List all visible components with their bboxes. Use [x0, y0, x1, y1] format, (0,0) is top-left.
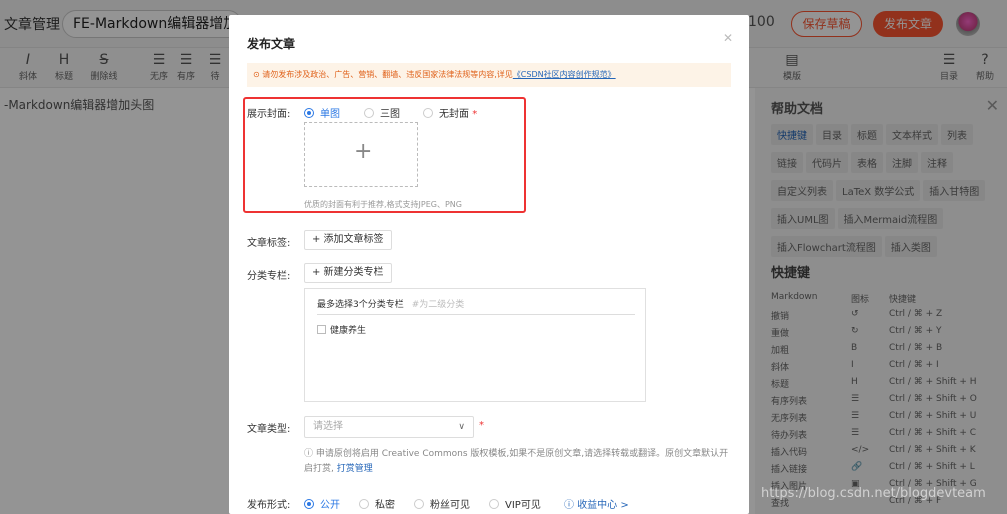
radio-icon [304, 499, 314, 509]
radio-icon [489, 499, 499, 509]
required-mark: * [479, 420, 484, 431]
category-search[interactable]: 最多选择3个分类专栏 #为二级分类 [317, 297, 635, 315]
income-center-link[interactable]: ⓘ 收益中心 > [564, 496, 629, 511]
modal-title: 发布文章 [247, 37, 296, 51]
plus-icon: + [354, 139, 373, 164]
article-type-select[interactable]: 请选择 ∨ [304, 416, 474, 438]
chevron-down-icon: ∨ [458, 422, 465, 432]
cover-single-radio[interactable]: 单图 [304, 105, 340, 120]
close-icon[interactable]: ✕ [723, 31, 733, 45]
category-checkbox[interactable]: 健康养生 [317, 323, 366, 336]
type-label: 文章类型: [247, 424, 291, 435]
publish-modal: 发布文章 ✕ ⊙ 请勿发布涉及政治、广告、营销、翻墙、违反国家法律法规等内容,详… [229, 15, 749, 514]
cover-label: 展示封面: [247, 109, 291, 120]
publish-vip-radio[interactable]: VIP可见 [489, 496, 541, 511]
publish-public-radio[interactable]: 公开 [304, 496, 340, 511]
new-category-button[interactable]: + 新建分类专栏 [304, 263, 392, 283]
cover-three-radio[interactable]: 三图 [364, 105, 400, 120]
required-mark: * [472, 109, 478, 120]
cover-none-radio[interactable]: 无封面 * [423, 105, 477, 120]
radio-icon [364, 108, 374, 118]
category-box: 最多选择3个分类专栏 #为二级分类 健康养生 [304, 288, 646, 402]
type-note: ⓘ 申请原创将启用 Creative Commons 版权模板,如果不是原创文章… [304, 449, 729, 474]
publish-private-radio[interactable]: 私密 [359, 496, 395, 511]
content-rules-link[interactable]: 《CSDN社区内容创作规范》 [513, 70, 616, 79]
publish-fans-radio[interactable]: 粉丝可见 [414, 496, 470, 511]
cover-upload[interactable]: + [304, 122, 418, 187]
add-tag-button[interactable]: + 添加文章标签 [304, 230, 392, 250]
cover-hint: 优质的封面有利于推荐,格式支持JPEG、PNG [304, 200, 462, 209]
category-label: 分类专栏: [247, 271, 291, 282]
radio-icon [414, 499, 424, 509]
radio-icon [304, 108, 314, 118]
warning-banner: ⊙ 请勿发布涉及政治、广告、营销、翻墙、违反国家法律法规等内容,详见《CSDN社… [247, 63, 731, 87]
watermark: https://blog.csdn.net/blogdevteam [761, 486, 986, 501]
checkbox-icon [317, 325, 326, 334]
publish-form-label: 发布形式: [247, 500, 291, 511]
warning-icon: ⊙ [253, 70, 263, 79]
tag-label: 文章标签: [247, 238, 291, 249]
info-icon: ⓘ [564, 500, 578, 511]
radio-icon [423, 108, 433, 118]
info-icon: ⓘ [304, 449, 316, 459]
radio-icon [359, 499, 369, 509]
reward-manage-link[interactable]: 打赏管理 [337, 464, 373, 474]
